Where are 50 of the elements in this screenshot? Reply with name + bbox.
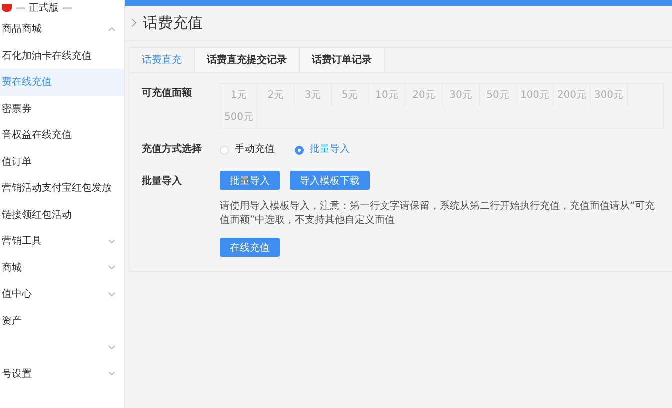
amount-option[interactable]: 3元 <box>295 84 332 106</box>
import-note: 请使用导入模板导入，注意：第一行文字请保留，系统从第二行开始执行充值，充值面值请从“可充值面额”中选取，不支持其他自定义面值 <box>220 200 656 228</box>
menu-group-label: 商品商城 <box>2 22 42 36</box>
radio-button[interactable] <box>295 146 304 154</box>
import-button[interactable]: 批量导入 <box>220 171 280 190</box>
amount-option[interactable]: 50元 <box>480 84 517 106</box>
amount-option[interactable]: 30元 <box>443 84 480 106</box>
menu-group[interactable]: 商品商城 <box>0 16 124 42</box>
menu-group[interactable]: 值中心 <box>0 281 124 308</box>
menu-group[interactable]: 营销工具 <box>0 228 124 254</box>
chevron-icon <box>108 238 116 244</box>
menu-item[interactable]: 费在线充值 <box>0 69 124 96</box>
amount-option[interactable]: 500元 <box>221 106 258 128</box>
menu-item[interactable]: 石化加油卡在线充值 <box>0 42 124 69</box>
menu-group-label: 值中心 <box>2 288 32 302</box>
import-button[interactable]: 导入模板下载 <box>290 171 370 190</box>
menu-item[interactable]: 音权益在线充值 <box>0 122 124 148</box>
chevron-icon <box>108 344 116 350</box>
page-title: 话费充值 <box>143 14 203 32</box>
field-label: 可充值面额 <box>142 86 193 101</box>
chevron-icon <box>108 371 116 376</box>
chevron-icon <box>108 26 116 32</box>
menu-group-label: 营销工具 <box>2 234 42 248</box>
field-label: 批量导入 <box>142 174 183 189</box>
amount-option[interactable]: 200元 <box>554 84 591 106</box>
edition-label: — 正式版 — <box>16 2 72 15</box>
field-label: 充值方式选择 <box>142 142 203 157</box>
amount-option[interactable]: 300元 <box>591 84 628 106</box>
submit-button[interactable]: 在线充值 <box>220 238 280 257</box>
logo-icon <box>2 4 12 12</box>
amount-option[interactable]: 5元 <box>332 84 369 106</box>
menu-group-label: 号设置 <box>2 368 32 381</box>
chevron-icon <box>108 265 116 270</box>
chevron-icon <box>108 292 116 297</box>
amount-option[interactable]: 10元 <box>369 84 406 106</box>
menu-group[interactable]: 商城 <box>0 254 124 281</box>
chevron-right-icon <box>131 18 137 28</box>
amount-option[interactable]: 1元 <box>221 84 258 106</box>
radio-label: 手动充值 <box>235 142 275 157</box>
amount-option[interactable]: 100元 <box>517 84 554 106</box>
amount-option[interactable]: 2元 <box>258 84 295 106</box>
menu-item[interactable]: 链接领红包活动 <box>0 202 124 228</box>
menu-item[interactable]: 密票券 <box>0 96 124 122</box>
menu-group-label: 商城 <box>2 262 22 275</box>
menu-group[interactable]: 号设置 <box>0 360 124 387</box>
amount-option[interactable]: 20元 <box>406 84 443 106</box>
radio-label: 批量导入 <box>310 142 350 157</box>
menu-item[interactable]: 营销活动支付宝红包发放 <box>0 175 124 202</box>
menu-item[interactable]: 值订单 <box>0 148 124 175</box>
menu-item[interactable]: 资产 <box>0 308 124 334</box>
